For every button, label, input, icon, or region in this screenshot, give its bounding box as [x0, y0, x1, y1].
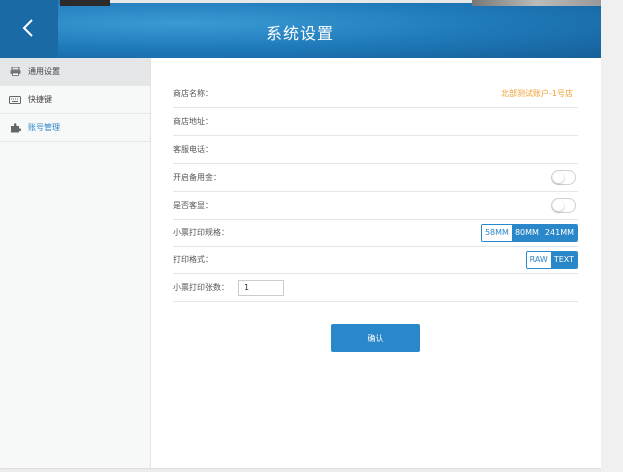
copies-input[interactable]	[238, 279, 284, 296]
shop-address-row[interactable]: 商店地址：	[173, 108, 578, 136]
sidebar-item-general[interactable]: 通用设置	[0, 58, 150, 86]
settings-panel: 商店名称： 北部测试账户-1号店 商店地址： 客服电话： 开启备用金： 是否客显…	[151, 58, 601, 468]
print-format-label: 打印格式：	[173, 255, 213, 264]
service-phone-row[interactable]: 客服电话：	[173, 136, 578, 164]
receipt-size-80mm[interactable]: 80MM	[511, 224, 542, 241]
sidebar-item-shortcuts[interactable]: 快捷键	[0, 86, 150, 114]
sidebar: 通用设置 快捷键 账号管理	[0, 58, 151, 468]
keyboard-icon	[9, 95, 21, 105]
back-button[interactable]	[0, 0, 58, 58]
sidebar-item-label: 账号管理	[28, 123, 60, 132]
copies-label: 小票打印张数：	[173, 283, 229, 292]
receipt-size-selector: 58MM 80MM 241MM	[480, 223, 578, 242]
chevron-left-icon	[22, 19, 33, 37]
print-format-selector: RAW TEXT	[525, 250, 578, 269]
customer-display-label: 是否客显：	[173, 201, 213, 210]
customer-display-row: 是否客显：	[173, 192, 578, 220]
petty-cash-row: 开启备用金：	[173, 164, 578, 192]
shop-name-row: 商店名称： 北部测试账户-1号店	[173, 80, 578, 108]
shop-address-label: 商店地址：	[173, 117, 213, 126]
background-strip-left	[60, 0, 110, 6]
receipt-size-label: 小票打印规格：	[173, 228, 229, 237]
printer-icon	[9, 67, 21, 77]
print-format-raw[interactable]: RAW	[526, 251, 551, 268]
shop-name-value: 北部测试账户-1号店	[501, 89, 573, 98]
background-strip	[110, 0, 472, 3]
receipt-size-row: 小票打印规格： 58MM 80MM 241MM	[173, 219, 578, 247]
sidebar-item-account[interactable]: 账号管理	[0, 114, 150, 142]
page-title: 系统设置	[265, 24, 334, 43]
confirm-button[interactable]: 确认	[331, 324, 420, 352]
print-format-text[interactable]: TEXT	[550, 251, 577, 268]
toggle-knob	[553, 172, 564, 183]
toggle-knob	[553, 200, 564, 211]
petty-cash-label: 开启备用金：	[173, 173, 221, 182]
header-bar: 系统设置	[0, 0, 601, 58]
sidebar-item-label: 快捷键	[28, 95, 52, 104]
service-phone-label: 客服电话：	[173, 145, 213, 154]
app-window: 系统设置 通用设置 快捷键 账号管理 商店名称： 北部测试账户-1号店 商店地址…	[0, 0, 601, 468]
sidebar-item-label: 通用设置	[28, 67, 60, 76]
print-format-row: 打印格式： RAW TEXT	[173, 246, 578, 274]
petty-cash-toggle[interactable]	[551, 170, 576, 185]
window-gutter	[601, 0, 623, 472]
copies-row: 小票打印张数：	[173, 274, 578, 302]
puzzle-icon	[9, 122, 21, 133]
customer-display-toggle[interactable]	[551, 198, 576, 213]
receipt-size-241mm[interactable]: 241MM	[541, 224, 577, 241]
shop-name-label: 商店名称：	[173, 89, 213, 98]
receipt-size-58mm[interactable]: 58MM	[481, 224, 512, 241]
background-strip-right	[472, 0, 601, 6]
